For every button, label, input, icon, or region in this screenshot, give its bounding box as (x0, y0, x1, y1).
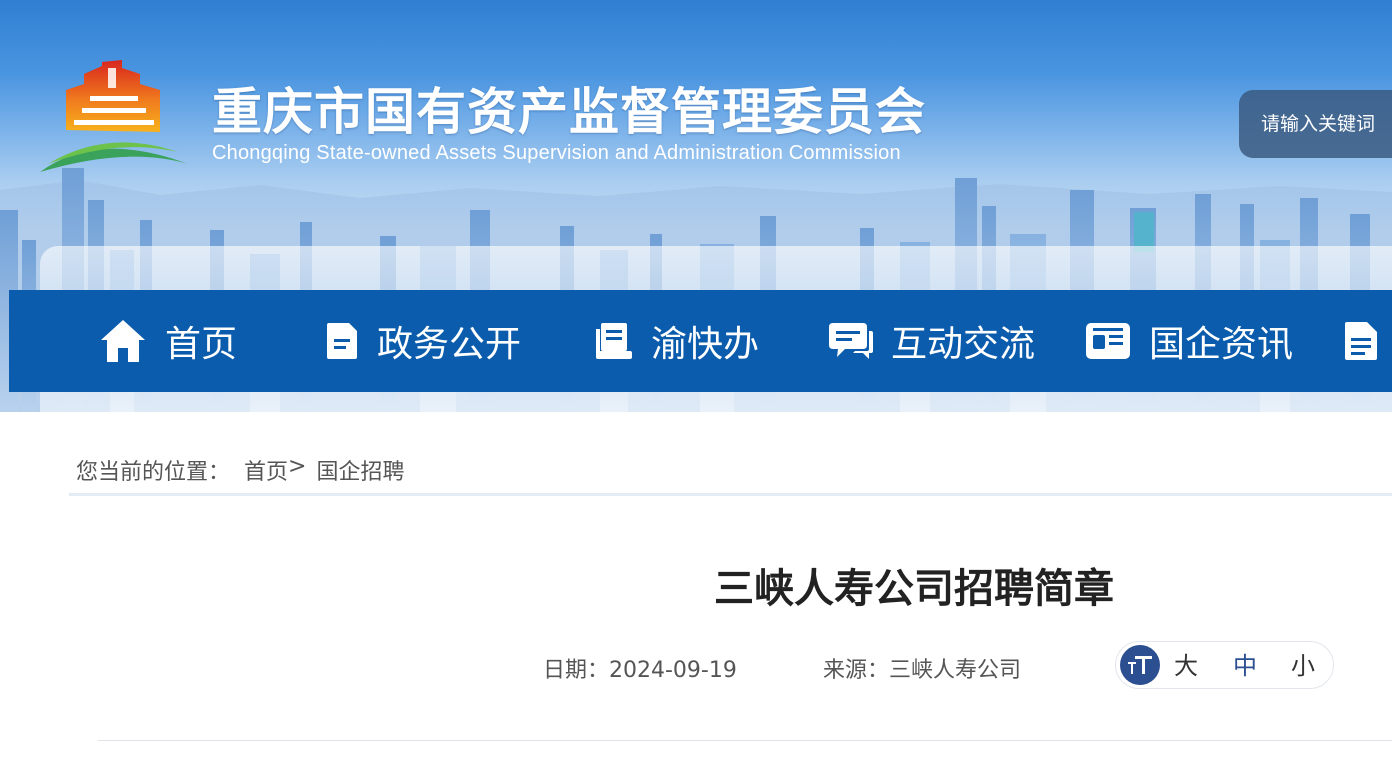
nav-item-interaction[interactable]: 互动交流 (829, 290, 1035, 392)
nav-item-label: 互动交流 (891, 324, 1036, 365)
chat-icon (829, 323, 873, 359)
article-header-divider (98, 740, 1392, 741)
text-size-icon (1120, 645, 1160, 685)
nav-item-label: 政务公开 (377, 324, 522, 365)
nav-item-more[interactable] (1343, 290, 1392, 392)
nav-item-label: 国企资讯 (1149, 324, 1294, 365)
nav-item-home[interactable]: 首页 (99, 290, 237, 392)
breadcrumb-separator: > (288, 454, 307, 479)
breadcrumb-prefix: 您当前的位置： (76, 460, 231, 485)
breadcrumb: 您当前的位置： 首页 > 国企招聘 (76, 454, 404, 486)
file-icon (1345, 322, 1377, 360)
breadcrumb-home-link[interactable]: 首页 (244, 454, 288, 486)
nav-item-enterprise-news[interactable]: 国企资讯 (1085, 290, 1293, 392)
breadcrumb-divider (69, 493, 1392, 496)
font-size-medium-button[interactable]: 中 (1233, 652, 1257, 680)
nav-item-label: 渝快办 (651, 324, 760, 365)
nav-item-label: 首页 (165, 324, 238, 365)
document-icon (327, 323, 357, 359)
search-input[interactable] (1261, 113, 1392, 135)
font-size-small-button[interactable]: 小 (1291, 652, 1315, 680)
nav-item-yukuaiban[interactable]: 渝快办 (593, 290, 759, 392)
news-card-icon (1086, 323, 1130, 359)
article-date: 日期：2024-09-19 (543, 658, 737, 683)
site-subtitle: Chongqing State-owned Assets Supervision… (212, 142, 901, 164)
nav-item-government-affairs[interactable]: 政务公开 (325, 290, 521, 392)
home-icon (101, 320, 145, 362)
breadcrumb-current-link[interactable]: 国企招聘 (316, 454, 404, 486)
font-size-large-button[interactable]: 大 (1174, 652, 1198, 680)
article-title: 三峡人寿公司招聘简章 (714, 566, 1114, 612)
book-icon (596, 323, 632, 359)
font-size-control: 大 中 小 (1115, 641, 1334, 689)
site-title: 重庆市国有资产监督管理委员会 (212, 83, 926, 141)
logo-emblem-icon (40, 60, 188, 172)
search-box[interactable] (1239, 90, 1392, 158)
article-source: 来源：三峡人寿公司 (823, 658, 1022, 683)
main-nav: 首页 政务公开 渝快办 互动交流 国企资讯 (9, 290, 1392, 392)
